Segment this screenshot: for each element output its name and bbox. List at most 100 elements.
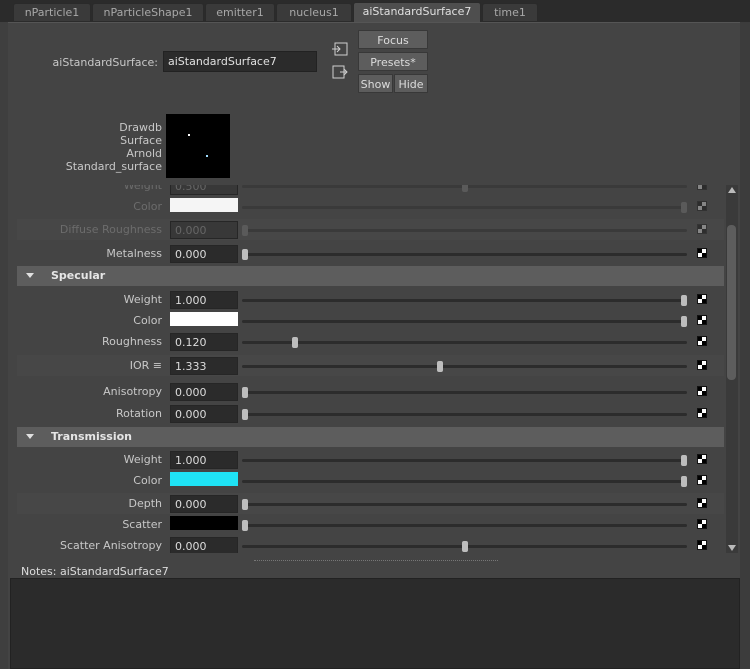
show-button[interactable]: Show: [358, 74, 393, 93]
value-field[interactable]: 0.000: [170, 221, 238, 239]
slider-handle[interactable]: [292, 337, 299, 348]
attribute-scrollbar[interactable]: [726, 185, 738, 553]
map-checker-icon[interactable]: [697, 475, 707, 485]
slider-handle[interactable]: [681, 476, 687, 487]
slider-handle[interactable]: [242, 387, 248, 398]
value-field[interactable]: 0.000: [170, 383, 238, 401]
value-field[interactable]: 0.120: [170, 333, 238, 351]
map-checker-icon[interactable]: [697, 185, 707, 190]
map-checker-icon[interactable]: [697, 386, 707, 396]
swatch-label-1: Drawdb: [119, 121, 162, 134]
map-checker-icon[interactable]: [697, 201, 707, 211]
attr-label: Weight: [123, 293, 162, 306]
slider-track[interactable]: [242, 455, 687, 466]
tab-emitter1[interactable]: emitter1: [205, 3, 275, 21]
tab-time1[interactable]: time1: [482, 3, 538, 21]
slider-handle[interactable]: [436, 361, 443, 372]
color-swatch-field[interactable]: [170, 198, 238, 212]
map-checker-icon[interactable]: [697, 315, 707, 325]
tab-nucleus1[interactable]: nucleus1: [276, 3, 352, 21]
scrollbar-thumb[interactable]: [727, 225, 736, 380]
node-name-field[interactable]: aiStandardSurface7: [163, 51, 317, 72]
slider-track[interactable]: [242, 520, 687, 531]
slider-track[interactable]: [242, 476, 687, 487]
collapse-arrow-icon[interactable]: [26, 273, 34, 278]
attr-row-specular-4: Anisotropy 0.000: [17, 381, 724, 402]
presets-button[interactable]: Presets*: [358, 52, 428, 71]
slider-handle[interactable]: [242, 249, 248, 260]
attr-label: Rotation: [115, 407, 162, 420]
attr-label: Diffuse Roughness: [59, 223, 162, 236]
slider-handle[interactable]: [681, 316, 687, 327]
attr-row-specular-1: Color: [17, 310, 724, 331]
slider-handle[interactable]: [242, 409, 248, 420]
slider-handle[interactable]: [461, 185, 468, 192]
node-type-label: aiStandardSurface:: [52, 56, 158, 69]
map-checker-icon[interactable]: [697, 224, 707, 234]
color-swatch-field[interactable]: [170, 312, 238, 326]
map-checker-icon[interactable]: [697, 336, 707, 346]
value-field[interactable]: 0.000: [170, 245, 238, 263]
slider-track[interactable]: [242, 249, 687, 260]
slider-handle[interactable]: [242, 225, 248, 236]
slider-track[interactable]: [242, 541, 687, 552]
tab-bar: nParticle1 nParticleShape1 emitter1 nucl…: [0, 0, 750, 23]
slider-handle[interactable]: [242, 520, 248, 531]
output-connections-icon[interactable]: [332, 65, 348, 79]
value-field[interactable]: 1.000: [170, 451, 238, 469]
tab-aistandardsurface7[interactable]: aiStandardSurface7: [353, 2, 481, 22]
attr-row-specular-0: Weight 1.000: [17, 289, 724, 310]
material-swatch[interactable]: [166, 114, 230, 178]
slider-handle[interactable]: [242, 499, 248, 510]
slider-track[interactable]: [242, 361, 687, 372]
map-checker-icon[interactable]: [697, 408, 707, 418]
collapse-arrow-icon[interactable]: [26, 434, 34, 439]
input-connections-icon[interactable]: [332, 42, 348, 56]
map-checker-icon[interactable]: [697, 540, 707, 550]
panel-divider[interactable]: [254, 560, 498, 561]
slider-handle[interactable]: [681, 455, 687, 466]
value-field[interactable]: 0.000: [170, 405, 238, 423]
slider-track[interactable]: [242, 409, 687, 420]
color-swatch-field[interactable]: [170, 472, 238, 486]
swatch-label-4: Standard_surface: [65, 160, 162, 173]
tab-nparticle1[interactable]: nParticle1: [13, 3, 91, 21]
section-header-specular[interactable]: Specular: [17, 266, 724, 286]
map-checker-icon[interactable]: [697, 454, 707, 464]
attr-label: Roughness: [101, 335, 162, 348]
slider-track[interactable]: [242, 225, 687, 236]
hide-button[interactable]: Hide: [394, 74, 428, 93]
color-swatch-field[interactable]: [170, 516, 238, 530]
attr-row-transmission-0: Weight 1.000: [17, 449, 724, 470]
value-field[interactable]: 1.000: [170, 291, 238, 309]
value-field[interactable]: 1.333: [170, 357, 238, 375]
tab-nparticleshape1[interactable]: nParticleShape1: [92, 3, 204, 21]
slider-handle[interactable]: [461, 541, 468, 552]
map-checker-icon[interactable]: [697, 519, 707, 529]
slider-track[interactable]: [242, 185, 687, 192]
slider-track[interactable]: [242, 202, 687, 213]
map-checker-icon[interactable]: [697, 248, 707, 258]
slider-track[interactable]: [242, 499, 687, 510]
right-edge: [740, 22, 750, 669]
map-checker-icon[interactable]: [697, 498, 707, 508]
slider-handle[interactable]: [681, 295, 687, 306]
map-checker-icon[interactable]: [697, 360, 707, 370]
value-field[interactable]: 0.000: [170, 495, 238, 513]
slider-track[interactable]: [242, 387, 687, 398]
focus-button[interactable]: Focus: [358, 30, 428, 49]
attr-label: IOR ≡: [129, 359, 162, 372]
slider-track[interactable]: [242, 295, 687, 306]
scroll-up-icon[interactable]: [728, 187, 736, 193]
attr-row-transmission-4: Scatter Anisotropy 0.000: [17, 535, 724, 553]
map-checker-icon[interactable]: [697, 294, 707, 304]
scroll-down-icon[interactable]: [728, 545, 736, 551]
slider-track[interactable]: [242, 316, 687, 327]
slider-track[interactable]: [242, 337, 687, 348]
notes-textarea[interactable]: [10, 578, 740, 669]
section-header-transmission[interactable]: Transmission: [17, 427, 724, 447]
slider-handle[interactable]: [681, 202, 687, 213]
value-field[interactable]: 0.000: [170, 537, 238, 553]
value-field[interactable]: 0.500: [170, 185, 238, 195]
attr-label: Color: [133, 200, 162, 213]
